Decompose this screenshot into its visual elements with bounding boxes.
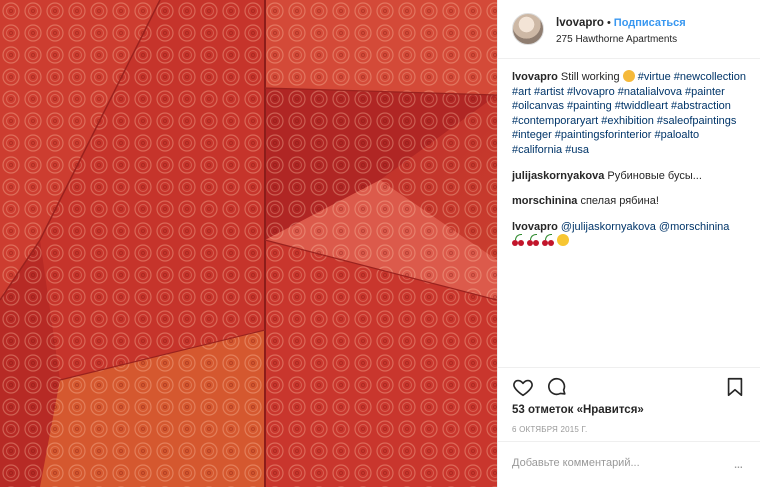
comment-username[interactable]: morschinina <box>512 195 577 207</box>
bookmark-icon[interactable] <box>724 376 746 398</box>
comment-username[interactable]: lvovapro <box>512 221 558 233</box>
smile-emoji-icon <box>557 234 570 247</box>
actions-divider <box>498 367 760 368</box>
separator-dot: • <box>606 17 611 30</box>
heart-icon[interactable] <box>512 376 534 398</box>
likes-count[interactable]: 53 отметок «Нравится» <box>512 404 644 416</box>
location-link[interactable]: 275 Hawthorne Apartments <box>556 33 686 47</box>
comment-username[interactable]: julijaskornyakova <box>512 170 604 182</box>
post-header: lvovapro • Подписаться 275 Hawthorne Apart… <box>512 12 750 46</box>
header-text: lvovapro • Подписаться 275 Hawthorne Apart… <box>556 11 686 46</box>
caption-hashtags[interactable]: #virtue #newcollection #art #artist #lvo… <box>512 71 746 156</box>
author-username[interactable]: lvovapro <box>556 17 604 29</box>
comment-item: morschinina спелая рябина! <box>512 194 746 209</box>
comment-item: lvovapro @julijaskornyakova @morschinina <box>512 220 746 249</box>
painting-image <box>0 0 497 487</box>
comment-item: julijaskornyakova Рубиновые бусы... <box>512 169 746 184</box>
comment-divider <box>498 441 760 442</box>
sweat-smile-emoji-icon <box>622 70 635 82</box>
caption: lvovapro Still working #virtue #newcolle… <box>512 70 746 158</box>
cherries-emoji-icon <box>512 234 524 247</box>
post-sidebar: lvovapro • Подписаться 275 Hawthorne Apart… <box>497 0 760 487</box>
post-actions <box>512 376 746 398</box>
caption-text: Still working <box>560 71 620 83</box>
comment-text: спелая рябина! <box>580 195 659 208</box>
more-options-icon[interactable]: ... <box>730 455 746 471</box>
follow-button[interactable]: Подписаться <box>614 17 686 29</box>
header-divider <box>498 58 760 59</box>
avatar[interactable] <box>512 13 544 45</box>
caption-username[interactable]: lvovapro <box>512 71 558 83</box>
comments-list: lvovapro Still working #virtue #newcolle… <box>512 70 746 260</box>
instagram-post: lvovapro • Подписаться 275 Hawthorne Apart… <box>0 0 760 487</box>
comment-mentions[interactable]: @julijaskornyakova @morschinina <box>561 221 729 233</box>
comment-text: Рубиновые бусы... <box>607 169 702 182</box>
post-date: 6 ОКТЯБРЯ 2015 Г. <box>512 425 588 434</box>
add-comment-bar: ... <box>512 448 746 478</box>
comment-input[interactable] <box>512 457 730 469</box>
comment-icon[interactable] <box>546 376 568 398</box>
cherries-emoji-icon <box>527 234 540 247</box>
post-photo[interactable] <box>0 0 497 487</box>
cherries-emoji-icon <box>542 234 555 247</box>
